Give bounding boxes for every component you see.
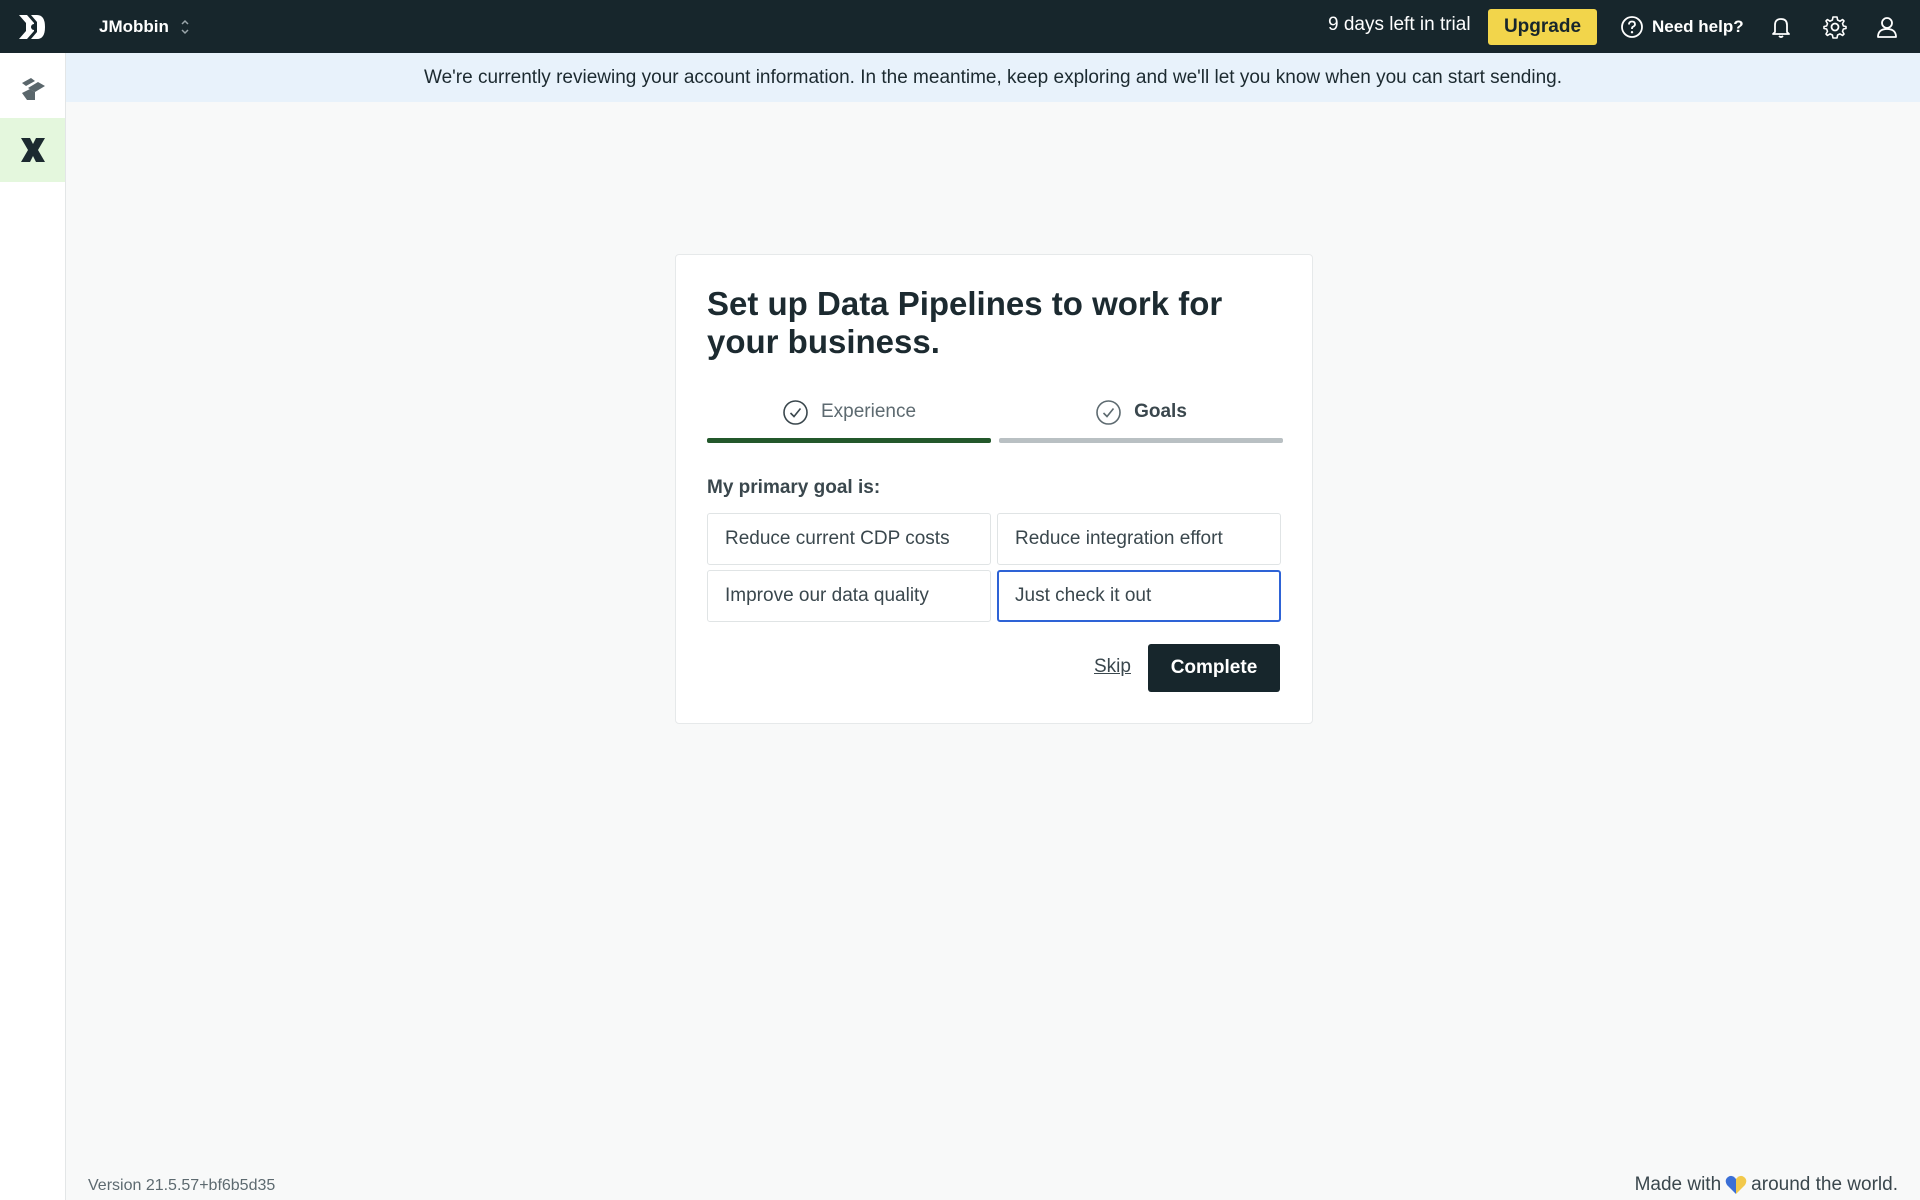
- top-bar: JMobbin 9 days left in trial Upgrade Nee…: [0, 0, 1920, 53]
- user-icon[interactable]: [1874, 14, 1900, 40]
- goal-option-reduce-integration-effort[interactable]: Reduce integration effort: [997, 513, 1281, 565]
- banner-text: We're currently reviewing your account i…: [424, 66, 1562, 88]
- sidebar: [0, 53, 66, 1200]
- goal-option-improve-data-quality[interactable]: Improve our data quality: [707, 570, 991, 622]
- version-label: Version 21.5.57+bf6b5d35: [88, 1177, 276, 1194]
- account-review-banner: We're currently reviewing your account i…: [66, 53, 1920, 102]
- journeys-icon: [21, 78, 45, 100]
- step-goals[interactable]: Goals: [999, 395, 1283, 443]
- chevron-up-down-icon: [181, 19, 189, 34]
- made-with-love: Made with around the world.: [1635, 1174, 1898, 1196]
- trial-status: 9 days left in trial: [1328, 14, 1471, 35]
- help-circle-icon: [1621, 15, 1643, 38]
- goal-option-reduce-cdp-costs[interactable]: Reduce current CDP costs: [707, 513, 991, 565]
- sidebar-item-data-pipelines[interactable]: [0, 118, 65, 182]
- check-circle-icon: [1096, 399, 1121, 425]
- need-help-button[interactable]: Need help?: [1620, 0, 1744, 53]
- workspace-name: JMobbin: [99, 16, 169, 36]
- sidebar-item-journeys[interactable]: [0, 57, 65, 121]
- setup-card: Set up Data Pipelines to work for your b…: [675, 254, 1313, 724]
- step-experience-progress: [707, 438, 991, 443]
- step-goals-progress: [999, 438, 1283, 443]
- setup-title: Set up Data Pipelines to work for your b…: [707, 285, 1223, 360]
- made-with-suffix: around the world.: [1751, 1174, 1898, 1195]
- made-with-prefix: Made with: [1634, 1174, 1722, 1195]
- heart-icon: [1725, 1175, 1747, 1194]
- step-experience-label: Experience: [820, 401, 917, 422]
- customerio-logo-icon[interactable]: [17, 12, 47, 42]
- primary-goal-label: My primary goal is:: [707, 477, 881, 498]
- step-experience[interactable]: Experience: [707, 395, 991, 443]
- data-pipelines-icon: [20, 138, 45, 162]
- goal-option-just-check-it-out[interactable]: Just check it out: [997, 570, 1281, 622]
- setup-steps: Experience Goals: [707, 395, 1283, 443]
- upgrade-button[interactable]: Upgrade: [1488, 9, 1597, 45]
- need-help-label: Need help?: [1652, 16, 1744, 36]
- bell-icon[interactable]: [1768, 14, 1794, 40]
- complete-button[interactable]: Complete: [1148, 644, 1280, 692]
- gear-icon[interactable]: [1822, 14, 1848, 40]
- check-circle-icon: [783, 399, 808, 425]
- step-goals-label: Goals: [1134, 401, 1187, 422]
- workspace-switcher[interactable]: JMobbin: [99, 0, 191, 53]
- skip-link[interactable]: Skip: [1094, 656, 1131, 678]
